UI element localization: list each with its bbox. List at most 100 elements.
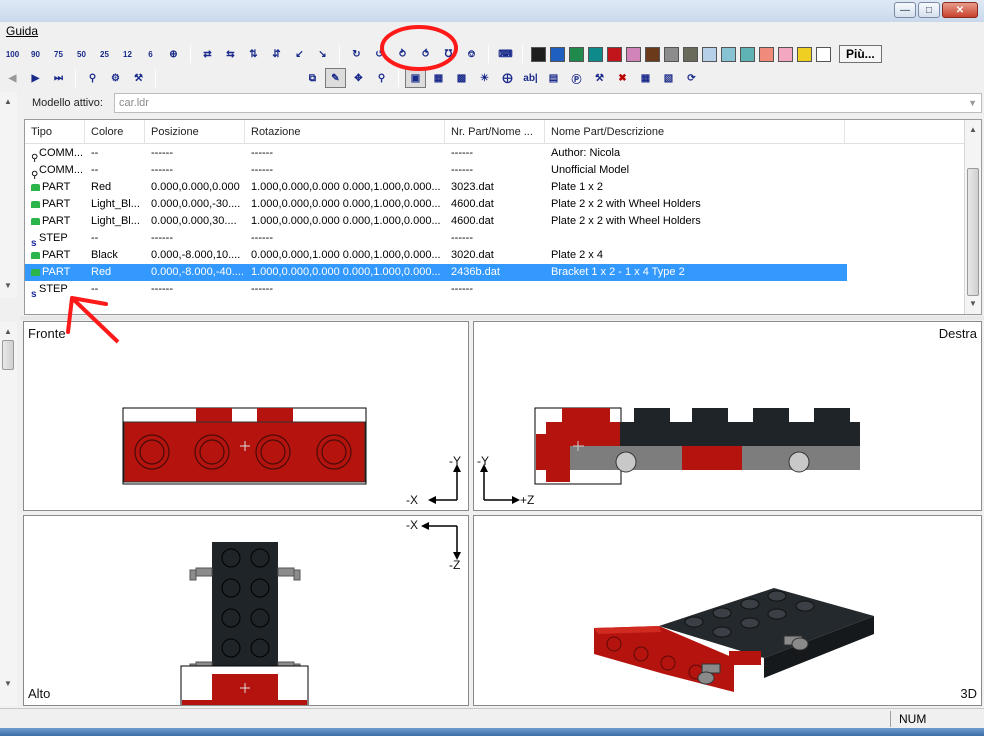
- table-row[interactable]: PART Light_Bl... 0.000,0.000,30.... 1.000,0…: [25, 213, 965, 230]
- edit-mode-icon[interactable]: ✎: [325, 68, 346, 88]
- move-neg-z-icon[interactable]: ↘: [312, 44, 333, 64]
- last-step-icon[interactable]: ⏭: [48, 68, 69, 88]
- add-rotstep-icon[interactable]: ⚒: [589, 68, 610, 88]
- table-row[interactable]: ⚲COMM... -- ------ ------ ------ Unofficial M…: [25, 162, 965, 179]
- zoom-90-button[interactable]: 90: [25, 44, 46, 64]
- move-mode-icon[interactable]: ✥: [348, 68, 369, 88]
- move-y-icon[interactable]: ⇅: [243, 44, 264, 64]
- rotate-custom-icon[interactable]: ⎊: [461, 44, 482, 64]
- color-swatch[interactable]: [702, 46, 717, 62]
- menu-help[interactable]: Guida: [6, 24, 38, 38]
- active-model-select[interactable]: car.ldr ▼: [114, 93, 982, 113]
- add-text-icon[interactable]: ab|: [520, 68, 541, 88]
- list-scrollbar[interactable]: ▲ ▼: [964, 120, 981, 314]
- table-row[interactable]: PART Red 0.000,-8.000,-40.... 1.000,0.000,0…: [25, 264, 847, 281]
- active-model-value: car.ldr: [119, 97, 149, 109]
- color-swatch[interactable]: [531, 46, 546, 62]
- delete-icon[interactable]: ✖: [612, 68, 633, 88]
- color-swatch[interactable]: [816, 46, 831, 62]
- find-part-icon[interactable]: ⚲: [82, 68, 103, 88]
- row-desc-cell: Plate 2 x 2 with Wheel Holders: [551, 215, 701, 227]
- zoom-6-button[interactable]: 6: [140, 44, 161, 64]
- header-type[interactable]: Tipo: [25, 120, 85, 144]
- rotate-x-icon[interactable]: ↻: [346, 44, 367, 64]
- horizontal-splitter[interactable]: [20, 316, 984, 320]
- color-swatch[interactable]: [645, 46, 660, 62]
- replace-part-icon[interactable]: ⚙: [105, 68, 126, 88]
- move-neg-x-icon[interactable]: ⇆: [220, 44, 241, 64]
- replace-color-icon[interactable]: ⚒: [128, 68, 149, 88]
- menu-bar: Guida: [0, 22, 984, 40]
- viewport-top[interactable]: Alto -X -Z: [23, 515, 469, 706]
- color-swatch[interactable]: [797, 46, 812, 62]
- row-part-cell: ------: [451, 283, 473, 295]
- list-side-scrollbar[interactable]: ▲ ▼: [0, 92, 17, 298]
- zoom-fit-icon[interactable]: ⊕: [163, 44, 184, 64]
- table-row[interactable]: PART Light_Bl... 0.000,0.000,-30.... 1.000,…: [25, 196, 965, 213]
- header-part-number[interactable]: Nr. Part/Nome ...: [445, 120, 545, 144]
- color-swatch[interactable]: [588, 46, 603, 62]
- close-button[interactable]: ✕: [942, 2, 978, 18]
- clone-icon[interactable]: ⧉: [302, 68, 323, 88]
- color-swatch[interactable]: [740, 46, 755, 62]
- zoom-100-button[interactable]: 100: [2, 44, 23, 64]
- viewport-front[interactable]: Fronte -Y -X: [23, 321, 469, 511]
- row-part-cell: 4600.dat: [451, 198, 494, 210]
- rotate-neg-y-icon[interactable]: ⥀: [415, 44, 436, 64]
- maximize-button[interactable]: □: [918, 2, 940, 18]
- color-swatch[interactable]: [778, 46, 793, 62]
- table-row[interactable]: PART Red 0.000,0.000,0.000 1.000,0.000,0.00…: [25, 179, 965, 196]
- row-rot-cell: 1.000,0.000,0.000 0.000,1.000,0.000...: [251, 266, 441, 278]
- taskbar: [0, 728, 984, 736]
- rotate-neg-x-icon[interactable]: ↺: [369, 44, 390, 64]
- row-color-cell: Red: [91, 266, 112, 278]
- prev-step-icon[interactable]: ◀: [2, 68, 23, 88]
- grid-icon[interactable]: ▦: [428, 68, 449, 88]
- zoom-mode-icon[interactable]: ⚲: [371, 68, 392, 88]
- zoom-50-button[interactable]: 50: [71, 44, 92, 64]
- color-swatch[interactable]: [664, 46, 679, 62]
- table-row[interactable]: s STEP -- ------ ------ ------: [25, 230, 965, 247]
- viewport-right[interactable]: Destra -Y +Z: [473, 321, 982, 511]
- color-swatch[interactable]: [626, 46, 641, 62]
- header-color[interactable]: Colore: [85, 120, 145, 144]
- viewport-3d[interactable]: 3D: [473, 515, 982, 706]
- color-swatch[interactable]: [683, 46, 698, 62]
- color-swatch[interactable]: [607, 46, 622, 62]
- minimize-button[interactable]: —: [894, 2, 916, 18]
- keyboard-icon[interactable]: ⌨: [495, 44, 516, 64]
- more-colors-button[interactable]: Più...: [839, 45, 882, 63]
- add-sub-icon[interactable]: Ⓟ: [566, 68, 587, 88]
- rotate-z-icon[interactable]: ℧: [438, 44, 459, 64]
- move-x-icon[interactable]: ⇄: [197, 44, 218, 64]
- table-row[interactable]: s STEP -- ------ ------ ------: [25, 281, 965, 298]
- picture2-icon[interactable]: ▧: [658, 68, 679, 88]
- move-neg-y-icon[interactable]: ⇵: [266, 44, 287, 64]
- row-type-cell: PART: [25, 213, 85, 230]
- rotate-y-icon[interactable]: ⥁: [392, 44, 413, 64]
- header-description[interactable]: Nome Part/Descrizione: [545, 120, 845, 144]
- add-step-icon[interactable]: ▤: [543, 68, 564, 88]
- color-swatch[interactable]: [569, 46, 584, 62]
- zoom-25-button[interactable]: 25: [94, 44, 115, 64]
- header-rotation[interactable]: Rotazione: [245, 120, 445, 144]
- move-z-icon[interactable]: ↙: [289, 44, 310, 64]
- color-swatch[interactable]: [721, 46, 736, 62]
- axis-label-right-h: +Z: [520, 493, 535, 507]
- table-row[interactable]: ⚲COMM... -- ------ ------ ------ Author: Nico…: [25, 145, 965, 162]
- zoom-12-button[interactable]: 12: [117, 44, 138, 64]
- fine-grid-icon[interactable]: ▩: [451, 68, 472, 88]
- row-desc-cell: [545, 230, 845, 247]
- next-step-icon[interactable]: ▶: [25, 68, 46, 88]
- zoom-75-button[interactable]: 75: [48, 44, 69, 64]
- color-swatch[interactable]: [759, 46, 774, 62]
- view-mode-icon[interactable]: ▣: [405, 68, 426, 88]
- light-icon[interactable]: ☀: [474, 68, 495, 88]
- refresh-icon[interactable]: ⟳: [681, 68, 702, 88]
- color-swatch[interactable]: [550, 46, 565, 62]
- header-position[interactable]: Posizione: [145, 120, 245, 144]
- add-part-icon[interactable]: ⨁: [497, 68, 518, 88]
- view-side-scrollbar[interactable]: ▲ ▼: [0, 322, 17, 706]
- table-row[interactable]: PART Black 0.000,-8.000,10.... 0.000,0.000,…: [25, 247, 965, 264]
- picture-icon[interactable]: ▦: [635, 68, 656, 88]
